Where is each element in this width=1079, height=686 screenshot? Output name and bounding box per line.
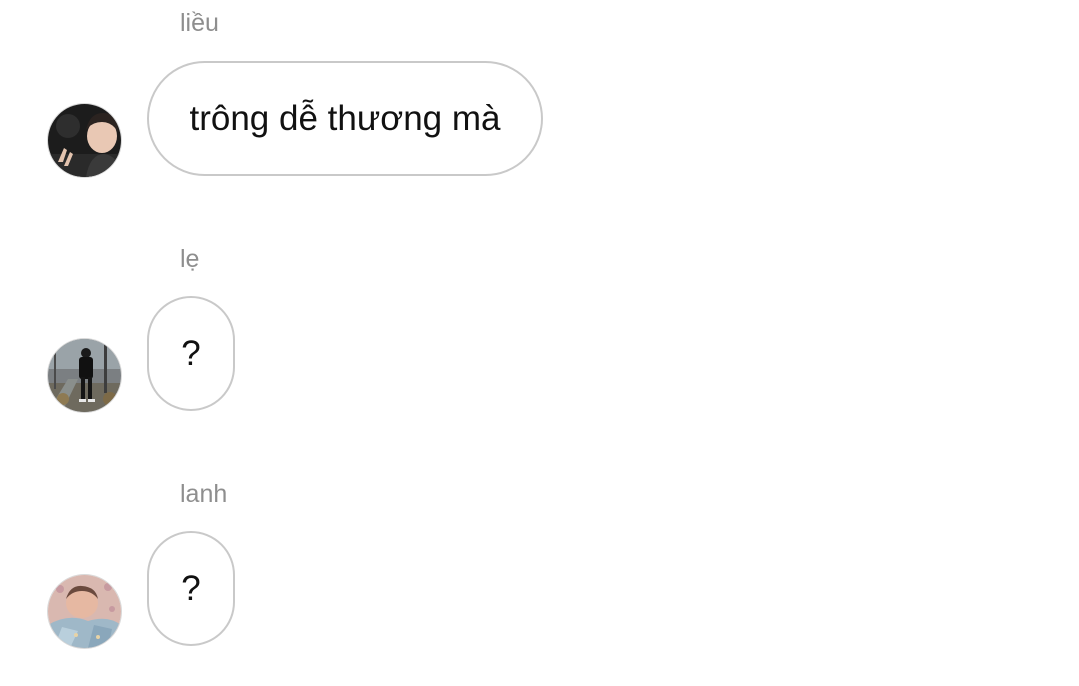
message-bubble[interactable]: ? [147, 531, 235, 646]
message-text: ? [181, 333, 201, 373]
message-bubble[interactable]: trông dễ thương mà [147, 61, 543, 176]
sender-name: lẹ [180, 245, 200, 273]
avatar-image [48, 104, 121, 177]
message-text: trông dễ thương mà [189, 98, 501, 138]
avatar[interactable] [48, 104, 121, 177]
avatar[interactable] [48, 339, 121, 412]
avatar-image [48, 575, 121, 648]
sender-name: lanh [180, 480, 228, 508]
message-text: ? [181, 568, 201, 608]
avatar-image [48, 339, 121, 412]
avatar[interactable] [48, 575, 121, 648]
message-bubble[interactable]: ? [147, 296, 235, 411]
sender-name: liều [180, 9, 219, 37]
